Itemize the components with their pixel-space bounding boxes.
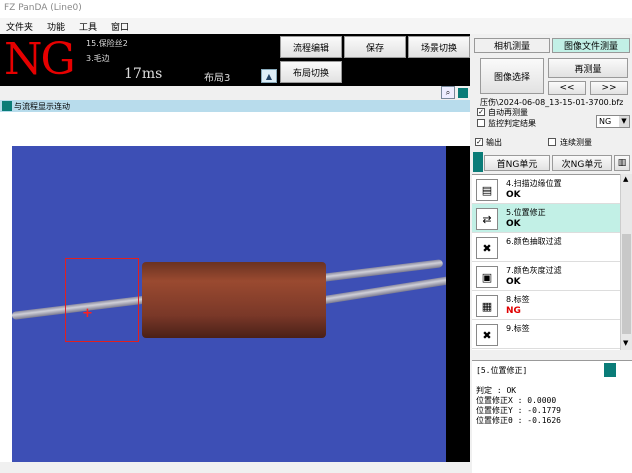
- menu-bar: 文件夹 功能 工具 窗口: [0, 18, 632, 34]
- monitor-result-checkbox[interactable]: [477, 119, 485, 127]
- detail-line: 位置修正θ : -0.1626: [476, 416, 561, 425]
- image-pane-header: [0, 86, 470, 100]
- scroll-thumb[interactable]: [622, 234, 631, 334]
- flow-list-item[interactable]: ⇄ 5.位置修正 OK: [472, 204, 620, 233]
- menu-function[interactable]: 功能: [47, 20, 65, 33]
- next-ng-button[interactable]: 次NG单元: [552, 155, 612, 171]
- right-panel: 相机测量 图像文件测量 图像选择 再测量 << >> 压伤\2024-06-08…: [472, 34, 632, 473]
- monitor-result-select[interactable]: NG ▼: [596, 115, 630, 128]
- image-pane-title-bar: 与流程显示连动: [0, 100, 470, 112]
- layout-switch-button[interactable]: 布局切换: [280, 61, 342, 83]
- flow-item-title: 6.颜色抽取过滤: [506, 237, 562, 246]
- flow-item-title: 5.位置修正: [506, 208, 546, 217]
- processing-time: 17ms: [124, 66, 163, 82]
- next-image-button[interactable]: >>: [590, 81, 628, 95]
- image-canvas: +: [0, 112, 470, 462]
- menu-tools[interactable]: 工具: [79, 20, 97, 33]
- first-ng-button[interactable]: 首NG单元: [484, 155, 550, 171]
- continuous-measure-checkbox[interactable]: [548, 138, 556, 146]
- save-button[interactable]: 保存: [344, 36, 406, 58]
- scroll-up-icon[interactable]: ▲: [623, 175, 628, 183]
- position-marker-icon: +: [82, 306, 93, 321]
- measurement-region[interactable]: [65, 258, 139, 342]
- flow-list-item[interactable]: ▣ 7.颜色灰度过滤 OK: [472, 262, 620, 291]
- output-label: 输出: [486, 138, 502, 147]
- window-title: FZ PanDA (Line0): [0, 0, 632, 18]
- image-select-button[interactable]: 图像选择: [480, 58, 544, 94]
- auto-remeasure-checkbox[interactable]: ✓: [477, 108, 485, 116]
- layout-label: 布局3: [204, 73, 231, 84]
- zoom-icon[interactable]: ⌕: [441, 86, 455, 99]
- image-pane-footer: [0, 462, 470, 473]
- list-settings-icon[interactable]: ▥: [614, 155, 630, 171]
- camera-image[interactable]: +: [12, 146, 446, 462]
- flow-list-item[interactable]: ▦ 8.标签 NG: [472, 291, 620, 320]
- image-export-icon[interactable]: ▲: [261, 69, 277, 83]
- gray-filter-icon: ▣: [476, 266, 498, 288]
- scene-switch-button[interactable]: 场景切换: [408, 36, 470, 58]
- label-icon: ✖: [476, 324, 498, 346]
- detail-marker: [604, 363, 616, 377]
- image-side-strip: [446, 146, 470, 462]
- color-extract-icon: ✖: [476, 237, 498, 259]
- flow-list-item[interactable]: ▤ 4.扫描边缘位置 OK: [472, 175, 620, 204]
- flow-item-status: OK: [506, 277, 521, 287]
- chevron-down-icon: ▼: [619, 116, 629, 127]
- flow-list-marker: [473, 152, 483, 172]
- flow-item-status: NG: [506, 306, 521, 316]
- app-window: FZ PanDA (Line0) 文件夹 功能 工具 窗口 NG 15.保险丝2…: [0, 0, 632, 473]
- flow-item-status: OK: [506, 190, 521, 200]
- tab-camera-measure[interactable]: 相机测量: [474, 38, 550, 53]
- monitor-result-label: 监控判定结果: [488, 119, 536, 128]
- resistor-body: [142, 262, 326, 338]
- flow-item-title: 9.标签: [506, 324, 530, 333]
- previous-image-button[interactable]: <<: [548, 81, 586, 95]
- step-primary: 15.保险丝2: [86, 39, 128, 48]
- edge-scan-icon: ▤: [476, 179, 498, 201]
- tab-image-file-measure[interactable]: 图像文件测量: [552, 38, 630, 53]
- remeasure-button[interactable]: 再测量: [548, 58, 628, 78]
- flow-list-item[interactable]: ✖ 9.标签: [472, 320, 620, 349]
- status-bar: NG 15.保险丝2 3.毛边 17ms 布局3 ▲ 流程编辑 保存 场景切换 …: [0, 34, 470, 86]
- step-secondary: 3.毛边: [86, 54, 110, 63]
- flow-list: ▤ 4.扫描边缘位置 OK ⇄ 5.位置修正 OK ✖ 6.颜色抽取过滤 ▣ 7.颜色灰度过滤 OK…: [472, 174, 632, 350]
- judgement-result: NG: [4, 34, 76, 85]
- menu-window[interactable]: 窗口: [111, 20, 129, 33]
- monitor-result-value: NG: [599, 117, 612, 126]
- flow-item-title: 4.扫描边缘位置: [506, 179, 562, 188]
- pane-corner-marker: [458, 88, 468, 98]
- flow-list-item[interactable]: ✖ 6.颜色抽取过滤: [472, 233, 620, 262]
- position-compensation-icon: ⇄: [476, 208, 498, 230]
- flow-item-title: 8.标签: [506, 295, 530, 304]
- flow-edit-button[interactable]: 流程编辑: [280, 36, 342, 58]
- detail-header: [5.位置修正]: [476, 366, 528, 375]
- sync-marker: [2, 101, 12, 111]
- flow-list-scrollbar[interactable]: ▲ ▼: [620, 174, 632, 350]
- output-checkbox[interactable]: ✓: [475, 138, 483, 146]
- menu-folder[interactable]: 文件夹: [6, 20, 33, 33]
- flow-item-title: 7.颜色灰度过滤: [506, 266, 562, 275]
- sync-flow-label: 与流程显示连动: [14, 102, 70, 111]
- auto-remeasure-label: 自动再测量: [488, 108, 528, 117]
- label-icon: ▦: [476, 295, 498, 317]
- flow-item-status: OK: [506, 219, 521, 229]
- scroll-down-icon[interactable]: ▼: [623, 339, 628, 347]
- continuous-measure-label: 连续测量: [560, 138, 592, 147]
- detail-panel: [5.位置修正] 判定 : OK 位置修正X : 0.0000 位置修正Y : …: [472, 360, 632, 473]
